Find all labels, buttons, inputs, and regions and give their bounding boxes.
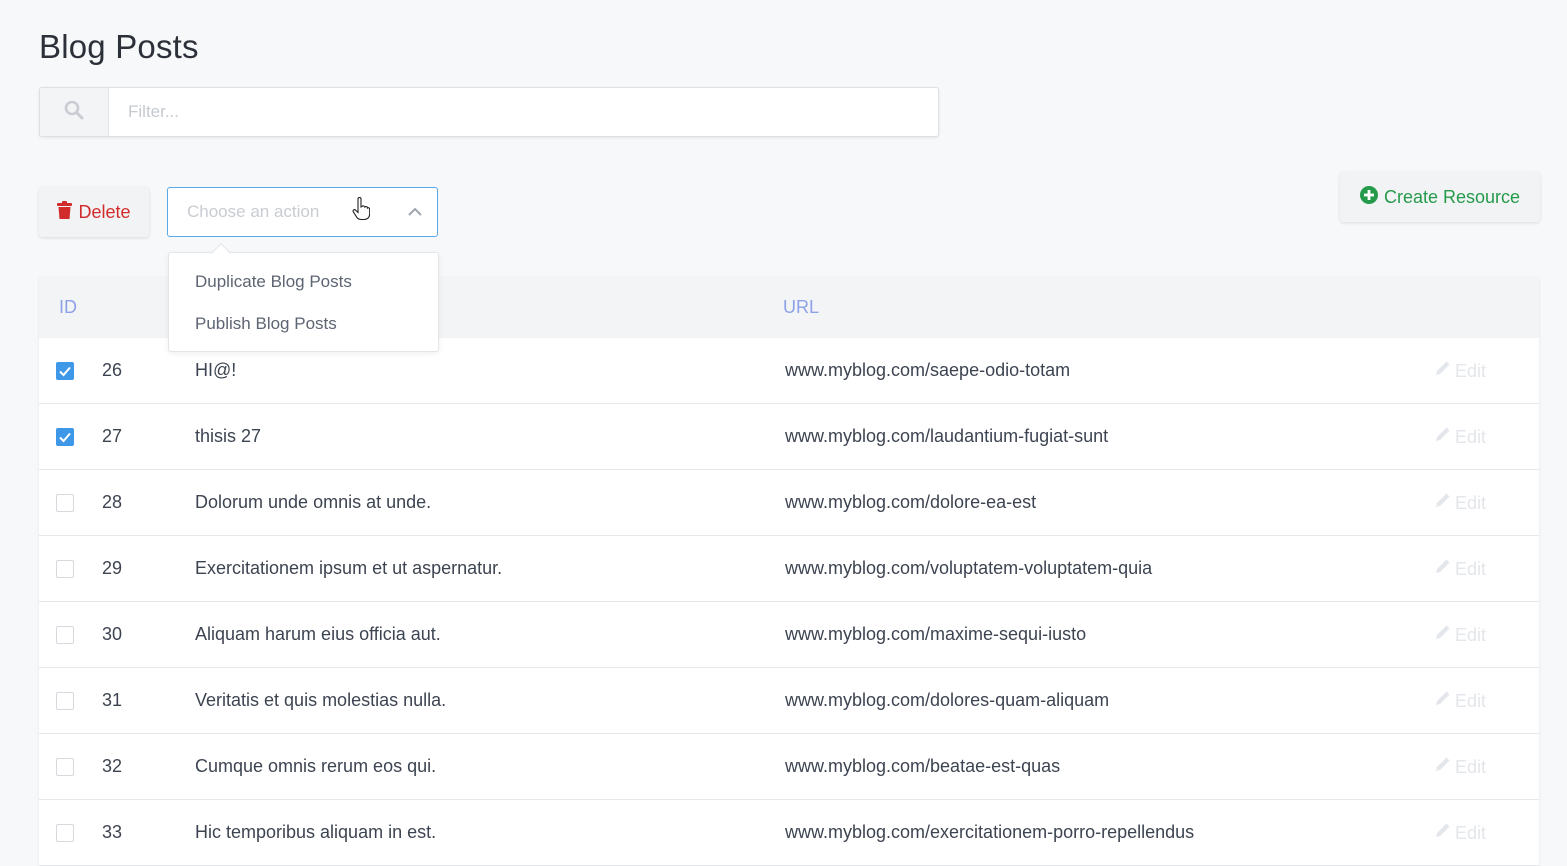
row-url: www.myblog.com/maxime-sequi-iusto [785, 624, 1087, 644]
row-id: 28 [102, 492, 123, 512]
delete-button-label: Delete [78, 201, 131, 222]
plus-circle-icon [1359, 185, 1378, 209]
edit-label: Edit [1455, 690, 1487, 711]
row-title: HI@! [195, 360, 237, 380]
row-id: 29 [102, 558, 123, 578]
delete-button[interactable]: Delete [39, 187, 149, 237]
edit-link[interactable]: Edit [1434, 360, 1486, 382]
row-url: www.myblog.com/laudantium-fugiat-sunt [785, 426, 1109, 446]
column-header-url[interactable]: URL [783, 297, 819, 318]
action-option-duplicate[interactable]: Duplicate Blog Posts [169, 265, 438, 307]
pencil-icon [1434, 360, 1451, 382]
table-row[interactable]: 29 Exercitationem ipsum et ut aspernatur.… [39, 536, 1539, 602]
row-id: 33 [102, 822, 123, 842]
search-icon [64, 100, 84, 125]
hand-cursor-icon [352, 197, 371, 226]
page-title: Blog Posts [39, 28, 199, 65]
row-title: thisis 27 [195, 426, 262, 446]
row-checkbox[interactable] [56, 824, 74, 842]
action-dropdown-menu: Duplicate Blog Posts Publish Blog Posts [168, 252, 439, 352]
row-title: Exercitationem ipsum et ut aspernatur. [195, 558, 503, 578]
row-title: Veritatis et quis molestias nulla. [195, 690, 447, 710]
edit-link[interactable]: Edit [1434, 558, 1486, 580]
action-option-publish[interactable]: Publish Blog Posts [169, 307, 438, 349]
row-title: Cumque omnis rerum eos qui. [195, 756, 437, 776]
filter-bar [39, 87, 939, 137]
table-row[interactable]: 30 Aliquam harum eius officia aut. www.myb… [39, 602, 1539, 668]
edit-link[interactable]: Edit [1434, 426, 1486, 448]
edit-label: Edit [1455, 426, 1487, 447]
row-url: www.myblog.com/dolores-quam-aliquam [785, 690, 1110, 710]
row-title: Aliquam harum eius officia aut. [195, 624, 441, 644]
row-id: 30 [102, 624, 123, 644]
row-url: www.myblog.com/dolore-ea-est [785, 492, 1037, 512]
row-checkbox[interactable] [56, 626, 74, 644]
edit-link[interactable]: Edit [1434, 822, 1486, 844]
blog-posts-table: ID URL 26 HI@! www.myblog.com/saepe-odio-t… [39, 277, 1539, 866]
trash-icon [57, 200, 73, 224]
pencil-icon [1434, 822, 1451, 844]
row-id: 32 [102, 756, 123, 776]
row-checkbox[interactable] [56, 362, 74, 380]
table-body: 26 HI@! www.myblog.com/saepe-odio-totam Edi… [39, 338, 1539, 866]
row-checkbox[interactable] [56, 428, 74, 446]
table-row[interactable]: 28 Dolorum unde omnis at unde. www.myblog.… [39, 470, 1539, 536]
edit-label: Edit [1455, 492, 1487, 513]
row-title: Dolorum unde omnis at unde. [195, 492, 432, 512]
row-url: www.myblog.com/exercitationem-porro-repe… [785, 822, 1195, 842]
edit-label: Edit [1455, 624, 1487, 645]
pencil-icon [1434, 492, 1451, 514]
filter-addon [40, 88, 109, 136]
row-url: www.myblog.com/voluptatem-voluptatem-qui… [785, 558, 1153, 578]
edit-link[interactable]: Edit [1434, 756, 1486, 778]
edit-link[interactable]: Edit [1434, 492, 1486, 514]
row-id: 26 [102, 360, 123, 380]
pencil-icon [1434, 690, 1451, 712]
row-checkbox[interactable] [56, 692, 74, 710]
filter-input[interactable] [109, 88, 938, 136]
edit-label: Edit [1455, 360, 1487, 381]
column-header-id[interactable]: ID [59, 297, 77, 318]
action-select[interactable]: Choose an action [167, 187, 438, 237]
row-id: 31 [102, 690, 123, 710]
row-checkbox[interactable] [56, 758, 74, 776]
page: Blog Posts Delete Choose an action [0, 0, 1567, 866]
table-row[interactable]: 33 Hic temporibus aliquam in est. www.mybl… [39, 800, 1539, 866]
row-id: 27 [102, 426, 123, 446]
pencil-icon [1434, 624, 1451, 646]
table-row[interactable]: 31 Veritatis et quis molestias nulla. www.… [39, 668, 1539, 734]
edit-link[interactable]: Edit [1434, 690, 1486, 712]
table-row[interactable]: 32 Cumque omnis rerum eos qui. www.myblog.… [39, 734, 1539, 800]
row-url: www.myblog.com/beatae-est-quas [785, 756, 1061, 776]
row-checkbox[interactable] [56, 494, 74, 512]
create-resource-label: Create Resource [1383, 186, 1521, 207]
table-row[interactable]: 27 thisis 27 www.myblog.com/laudantium-fug… [39, 404, 1539, 470]
edit-link[interactable]: Edit [1434, 624, 1486, 646]
edit-label: Edit [1455, 558, 1487, 579]
action-select-placeholder: Choose an action [187, 202, 320, 221]
pencil-icon [1434, 426, 1451, 448]
chevron-up-icon [407, 205, 423, 224]
edit-label: Edit [1455, 756, 1487, 777]
row-checkbox[interactable] [56, 560, 74, 578]
row-title: Hic temporibus aliquam in est. [195, 822, 437, 842]
edit-label: Edit [1455, 822, 1487, 843]
pencil-icon [1434, 756, 1451, 778]
pencil-icon [1434, 558, 1451, 580]
row-url: www.myblog.com/saepe-odio-totam [785, 360, 1071, 380]
create-resource-button[interactable]: Create Resource [1340, 172, 1540, 222]
